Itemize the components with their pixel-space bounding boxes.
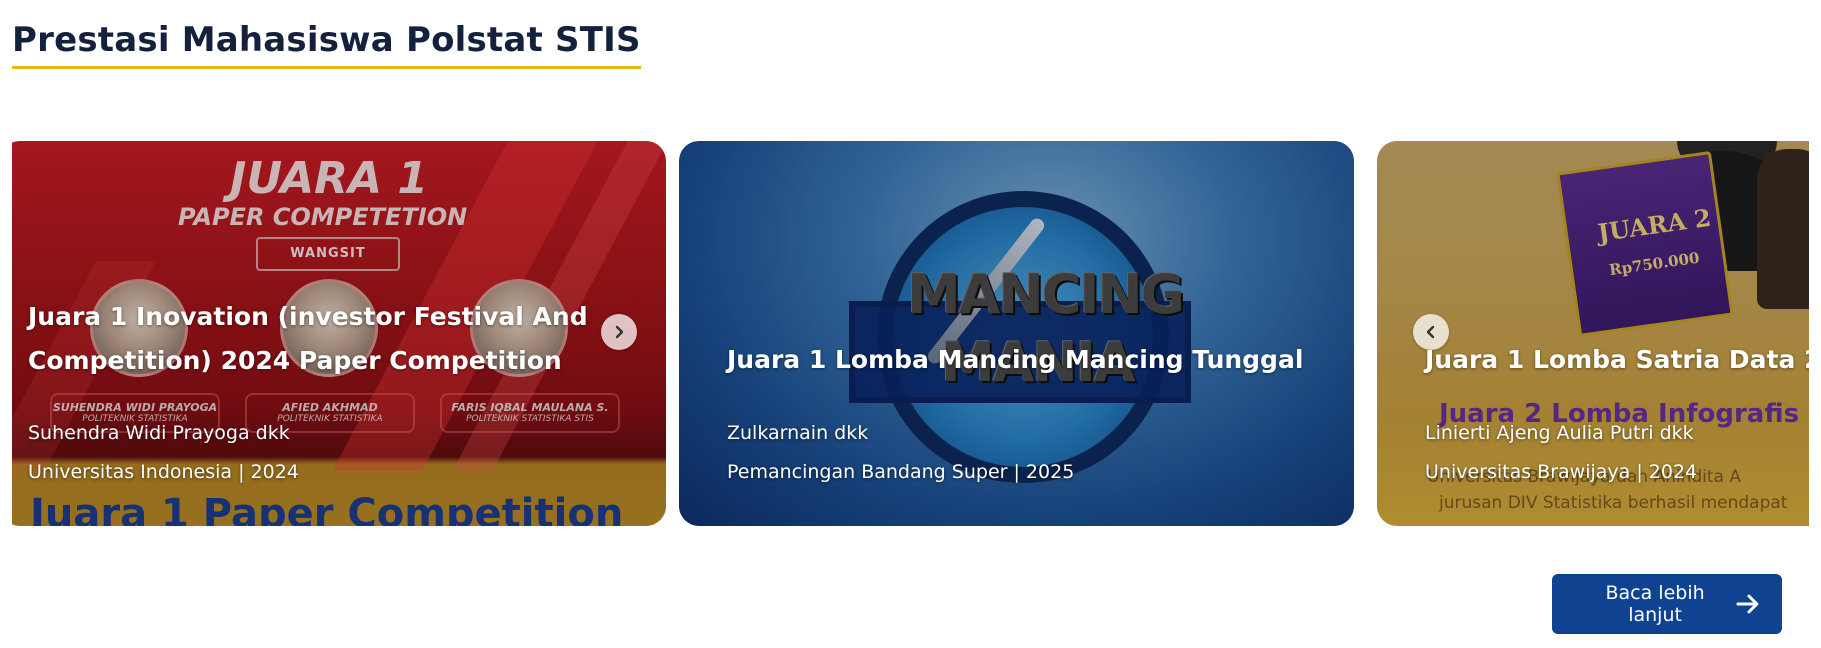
read-more-button[interactable]: Baca lebih lanjut [1552, 574, 1782, 634]
card-1-title: Juara 1 Inovation (investor Festival And… [28, 302, 588, 375]
card-3-title: Juara 1 Lomba Satria Data 2024 [1425, 345, 1809, 374]
section-title: Prestasi Mahasiswa Polstat STIS [12, 18, 641, 69]
arrow-right-icon [1736, 594, 1759, 614]
achievement-card-3[interactable]: JUARA 2 Rp750.000 Juara 2 Lomba Infograf… [1377, 141, 1809, 526]
card-2-author: Zulkarnain dkk [727, 422, 869, 444]
read-more-label: Baca lebih lanjut [1605, 582, 1705, 626]
card-2-title: Juara 1 Lomba Mancing Mancing Tunggal [727, 345, 1304, 374]
card-2-meta: Pemancingan Bandang Super | 2025 [727, 461, 1075, 483]
achievement-card-1[interactable]: JUARA 1 PAPER COMPETETION WANGSIT SUHEND… [12, 141, 666, 526]
card-1-meta: Universitas Indonesia | 2024 [28, 461, 299, 483]
achievement-card-2[interactable]: MANCING MANIA Juara 1 Lomba Mancing Manc… [679, 141, 1354, 526]
card-3-meta: Universitas Brawijaya | 2024 [1425, 461, 1698, 483]
carousel-next-button[interactable] [601, 314, 637, 350]
achievements-carousel[interactable]: JUARA 1 PAPER COMPETETION WANGSIT SUHEND… [12, 141, 1809, 526]
card-3-author: Linierti Ajeng Aulia Putri dkk [1425, 422, 1694, 444]
card-1-author: Suhendra Widi Prayoga dkk [28, 422, 290, 444]
chevron-right-icon [615, 325, 624, 339]
